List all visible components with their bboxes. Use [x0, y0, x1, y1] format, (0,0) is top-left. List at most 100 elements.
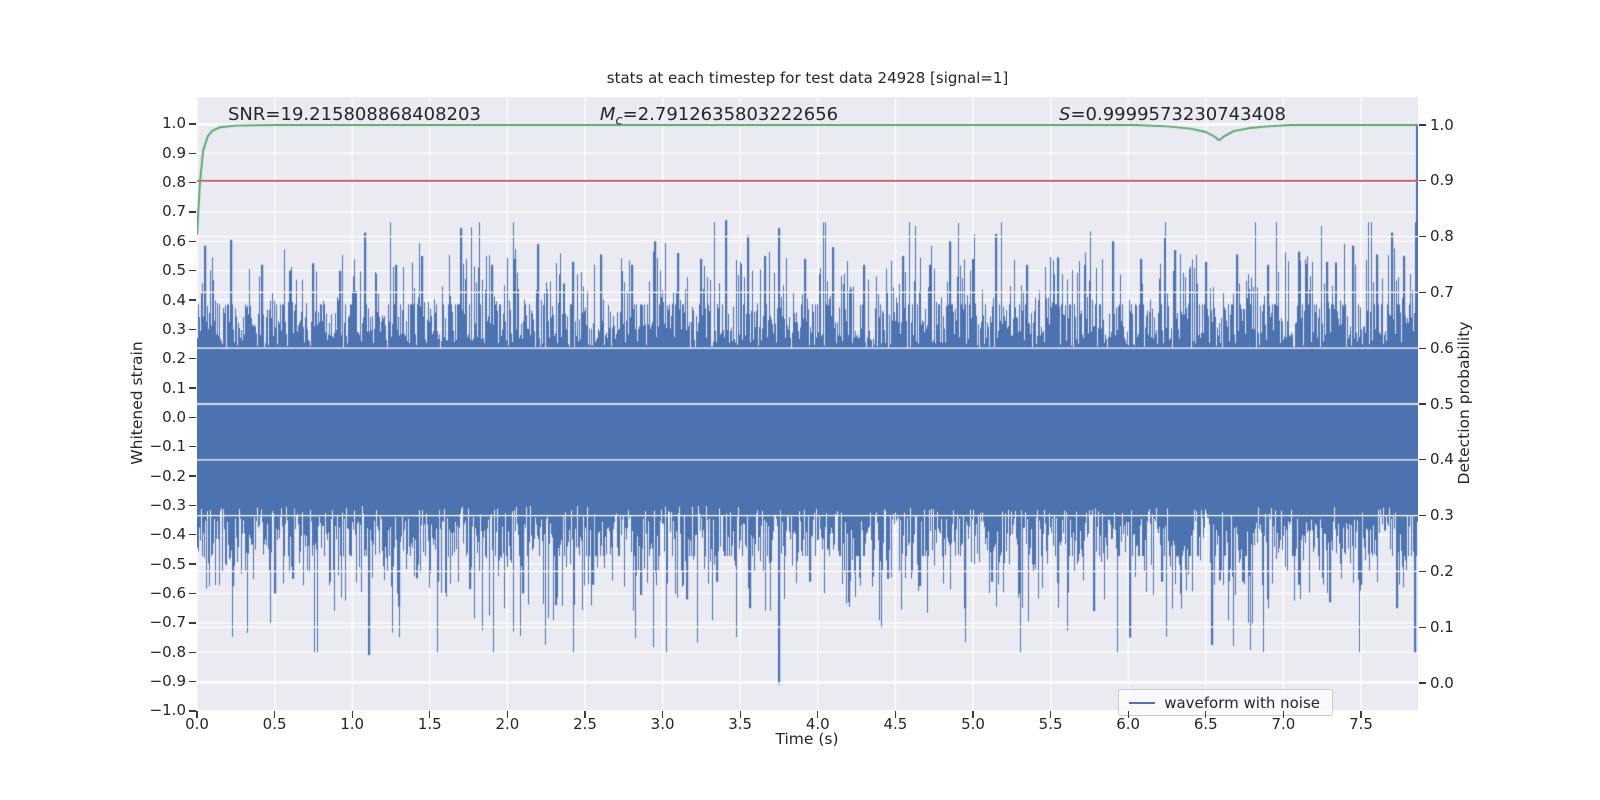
tick-mark	[584, 711, 586, 718]
x-tick-label: 4.0	[805, 715, 830, 733]
y-left-tick-label: 0.1	[162, 378, 186, 397]
legend-line-sample	[1129, 701, 1156, 704]
tick-mark	[189, 240, 196, 242]
tick-mark	[351, 711, 353, 718]
tick-mark	[189, 534, 196, 536]
y-left-tick-label: −0.8	[149, 642, 186, 661]
tick-mark	[189, 211, 196, 213]
tick-mark	[189, 328, 196, 331]
x-tick-label: 3.5	[728, 715, 753, 733]
annotation-symbol: Mc	[599, 104, 623, 129]
tick-mark	[1360, 711, 1362, 718]
x-tick-label: 1.0	[340, 715, 365, 733]
y-right-tick-label: 1.0	[1430, 115, 1454, 134]
x-tick-label: 5.5	[1038, 715, 1063, 733]
x-tick-label: 0.0	[185, 715, 209, 733]
tick-mark	[273, 711, 276, 718]
y-right-tick-label: 0.3	[1430, 506, 1454, 525]
tick-mark	[189, 651, 196, 653]
y-left-tick-label: 0.2	[162, 349, 186, 368]
x-tick-label: 2.5	[573, 715, 597, 733]
tick-mark	[1419, 459, 1426, 461]
annotation-symbol: S	[1059, 104, 1071, 125]
tick-mark	[189, 475, 196, 477]
y-left-tick-label: 0.0	[162, 407, 186, 426]
tick-mark	[189, 387, 196, 389]
tick-mark	[189, 710, 196, 712]
x-tick-label: 7.5	[1349, 715, 1373, 733]
tick-mark	[429, 711, 431, 718]
annotation-snr: SNR=19.215808868408203	[228, 104, 481, 125]
tick-mark	[189, 299, 196, 301]
tick-mark	[1419, 235, 1426, 238]
x-tick-label: 6.0	[1116, 715, 1141, 733]
y-left-tick-label: 0.8	[162, 173, 186, 192]
y-left-tick-label: −0.5	[149, 554, 186, 573]
tick-mark	[506, 711, 509, 718]
tick-mark	[894, 711, 897, 718]
tick-mark	[972, 711, 974, 718]
tick-mark	[1049, 711, 1052, 718]
x-tick-label: 6.5	[1193, 715, 1218, 733]
y-left-tick-label: −0.6	[149, 584, 186, 602]
tick-mark	[189, 446, 196, 448]
tick-mark	[189, 680, 196, 683]
tick-mark	[1419, 124, 1426, 126]
tick-mark	[739, 711, 741, 718]
tick-mark	[189, 358, 196, 360]
y-left-tick-label: −0.1	[149, 437, 186, 456]
y-left-tick-label: 0.5	[162, 261, 186, 280]
y-left-tick-label: −0.4	[149, 525, 186, 544]
legend: waveform with noise	[1118, 689, 1333, 716]
tick-mark	[1419, 514, 1426, 517]
annotation-chirp-mass: Mc=2.7912635803222656	[600, 104, 838, 129]
y-left-tick-label: 0.7	[162, 202, 186, 221]
tick-mark	[1419, 626, 1426, 628]
annotation-value: =19.215808868408203	[265, 104, 481, 125]
y-right-tick-label: 0.6	[1430, 338, 1454, 357]
tick-mark	[189, 152, 196, 154]
y-left-tick-label: −0.9	[149, 672, 186, 691]
y-left-tick-label: 0.6	[162, 231, 186, 250]
y-left-tick-label: 1.0	[162, 114, 186, 133]
y-right-tick-label: 0.1	[1430, 617, 1454, 636]
tick-mark	[1419, 403, 1426, 405]
y-right-tick-label: 0.4	[1430, 450, 1454, 469]
x-tick-label: 7.0	[1271, 715, 1296, 733]
annotation-value: =2.7912635803222656	[622, 104, 839, 125]
waveform-canvas	[197, 97, 1418, 711]
tick-mark	[189, 622, 196, 624]
legend-label: waveform with noise	[1164, 693, 1320, 712]
tick-mark	[1419, 570, 1426, 573]
tick-mark	[189, 181, 196, 184]
annotation-value: =0.9999573230743408	[1070, 104, 1286, 125]
tick-mark	[1419, 180, 1426, 182]
chart-title: stats at each timestep for test data 249…	[606, 69, 1009, 87]
tick-mark	[1419, 682, 1426, 684]
annotation-score: S=0.9999573230743408	[1059, 104, 1286, 125]
x-tick-label: 2.0	[495, 715, 520, 733]
y-left-tick-label: 0.9	[162, 143, 186, 162]
x-tick-label: 4.5	[883, 715, 908, 733]
tick-mark	[1282, 711, 1285, 718]
tick-mark	[189, 416, 196, 419]
y-right-tick-label: 0.8	[1430, 227, 1454, 246]
y-right-tick-label: 0.0	[1430, 673, 1454, 692]
tick-mark	[196, 711, 198, 718]
tick-mark	[189, 504, 196, 507]
tick-mark	[817, 711, 819, 718]
x-tick-label: 5.0	[961, 715, 985, 733]
tick-mark	[1419, 291, 1426, 294]
y-right-tick-label: 0.2	[1430, 561, 1454, 580]
y-right-tick-label: 0.7	[1430, 282, 1454, 301]
x-tick-label: 3.0	[650, 715, 675, 733]
tick-mark	[661, 711, 664, 718]
tick-mark	[189, 563, 196, 565]
y-right-tick-label: 0.5	[1430, 394, 1454, 413]
y-left-tick-label: 0.4	[162, 290, 186, 309]
x-tick-label: 1.5	[417, 715, 442, 733]
tick-mark	[1127, 711, 1129, 718]
y-left-tick-label: 0.3	[162, 319, 186, 338]
y-left-tick-label: −0.3	[149, 495, 186, 514]
annotation-symbol: SNR	[228, 104, 266, 125]
